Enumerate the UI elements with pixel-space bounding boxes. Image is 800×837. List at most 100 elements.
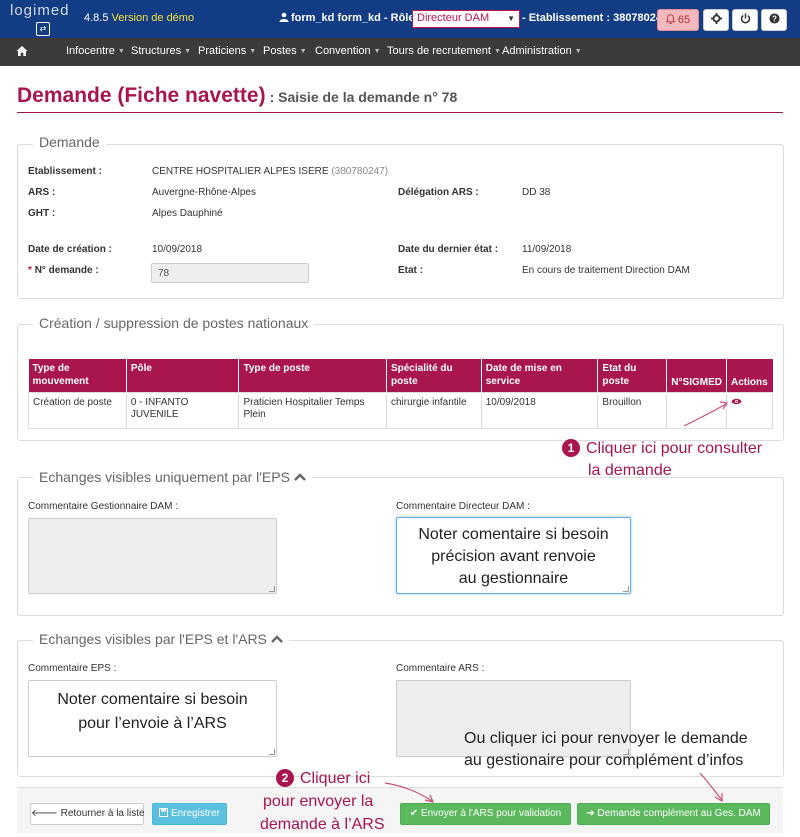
resize-grip-icon [623, 586, 629, 592]
etablissement-info: - Etablissement : 380780247 [522, 12, 669, 24]
cell-actions [725, 391, 774, 429]
cell-type-mouvement: Création de poste [28, 391, 127, 429]
cell-type-poste: Praticien Hospitalier Temps Plein [238, 391, 387, 429]
user-info: form_kd form_kd - Rôle : [279, 12, 421, 24]
top-bar: logimed ⇄ 4.8.5 Version de démo form_kd … [0, 0, 800, 38]
num-demande-input: 78 [151, 263, 309, 283]
power-icon [740, 13, 750, 24]
col-date-service: Date de mise en service [481, 359, 599, 392]
arrow-left-icon: 🡐 [31, 808, 58, 819]
svg-text:?: ? [772, 14, 777, 23]
etat-label: Etat : [398, 265, 423, 276]
annotation-2: 2 Cliquer ici [276, 768, 370, 790]
caret-down-icon: ▼ [184, 48, 192, 55]
caret-down-icon: ▼ [574, 48, 582, 55]
bell-icon [665, 14, 676, 25]
col-pole: Pôle [126, 359, 240, 392]
main-nav: Infocentre ▼ Structures ▼ Praticiens ▼ Post… [0, 38, 800, 66]
chevron-up-icon [271, 635, 283, 643]
annotation-1-line-2: la demande [588, 462, 672, 479]
notification-count: 65 [677, 14, 691, 26]
eps-comment-label: Commentaire EPS : [28, 663, 117, 674]
etat-value: En cours de traitement Direction DAM [522, 265, 690, 276]
step-badge: 2 [276, 769, 294, 787]
save-icon [159, 808, 169, 817]
nav-convention[interactable]: Convention ▼ [315, 45, 381, 57]
annotation-3-line-2: au gestionaire pour complément d’infos [464, 752, 744, 769]
date-dernier-etat-value: 11/09/2018 [522, 244, 572, 255]
caret-down-icon: ▼ [373, 48, 381, 55]
arrow-right-icon: ➔ [586, 808, 595, 819]
annotation-2-line-3: demande à l’ARS [260, 816, 385, 833]
col-actions: Actions [726, 359, 773, 392]
demo-label: Version de démo [111, 12, 195, 24]
role-select[interactable]: Directeur DAM ▼ [412, 10, 520, 28]
page-subtitle: : Saisie de la demande n° 78 [269, 89, 458, 105]
gestionnaire-comment-textarea [28, 518, 277, 594]
date-creation-value: 10/09/2018 [152, 244, 203, 255]
col-type-mouvement: Type de mouvement [28, 359, 127, 392]
nav-tours-recrutement[interactable]: Tours de recrutement ▼ [387, 45, 501, 57]
postes-table: Type de mouvement Pôle Type de poste Spé… [28, 359, 774, 429]
nav-praticiens[interactable]: Praticiens ▼ [198, 45, 256, 57]
check-icon: ✔ [409, 808, 419, 819]
enregistrer-button[interactable]: Enregistrer [152, 803, 227, 825]
ars-value: Auvergne-Rhône-Alpes [152, 187, 256, 198]
cell-etat-poste: Brouillon [597, 391, 668, 429]
nav-postes[interactable]: Postes ▼ [263, 45, 307, 57]
demande-legend: Demande [33, 134, 106, 150]
table-row: Création de poste 0 - INFANTO JUVENILE P… [28, 391, 774, 429]
eps-note-line-2: pour l’envoie à l’ARS [78, 715, 227, 732]
etablissement-label: Etablissement : [28, 166, 102, 177]
table-header-row: Type de mouvement Pôle Type de poste Spé… [28, 359, 773, 392]
caret-down-icon: ▼ [117, 48, 125, 55]
user-icon [279, 12, 289, 22]
nav-infocentre[interactable]: Infocentre ▼ [66, 45, 125, 57]
col-specialite: Spécialité du poste [386, 359, 482, 392]
home-icon[interactable] [16, 45, 28, 57]
ght-label: GHT : [28, 208, 56, 219]
directeur-comment-textarea[interactable]: Noter comentaire si besoin précision ava… [396, 517, 631, 594]
nav-administration[interactable]: Administration ▼ [502, 45, 582, 57]
caret-down-icon: ▼ [493, 48, 501, 55]
postes-legend: Création / suppression de postes nationa… [33, 315, 315, 331]
echanges-eps-legend[interactable]: Echanges visibles uniquement par l'EPS [33, 469, 312, 485]
resize-grip-icon [269, 586, 275, 592]
demande-complement-button[interactable]: ➔ Demande complément au Ges. DAM [577, 803, 770, 825]
cell-date-service: 10/09/2018 [480, 391, 599, 429]
annotation-1: 1 Cliquer ici pour consulter [562, 438, 762, 460]
num-demande-label: * N° demande : [28, 265, 99, 276]
help-icon: ? [768, 13, 780, 24]
resize-grip-icon [269, 749, 275, 755]
logout-button[interactable] [732, 9, 758, 31]
col-type-poste: Type de poste [238, 359, 387, 392]
eye-icon[interactable] [731, 398, 742, 405]
app-logo[interactable]: logimed ⇄ [10, 2, 74, 38]
nav-structures[interactable]: Structures ▼ [131, 45, 191, 57]
ars-comment-label: Commentaire ARS : [396, 663, 485, 674]
col-sigmed: N°SIGMED [666, 359, 727, 392]
notification-button[interactable]: 65 [657, 9, 699, 31]
help-button[interactable]: ? [761, 9, 787, 31]
retour-button[interactable]: 🡐 Retourner à la liste [30, 803, 145, 825]
logo-icon: ⇄ [36, 22, 50, 36]
col-etat-poste: Etat du poste [597, 359, 668, 392]
gestionnaire-comment-label: Commentaire Gestionnaire DAM : [28, 501, 179, 512]
eps-comment-textarea[interactable]: Noter comentaire si besoin pour l’envoie… [28, 680, 277, 757]
directeur-comment-label: Commentaire Directeur DAM : [396, 501, 530, 512]
annotation-2-line-2: pour envoyer la [263, 793, 374, 810]
settings-button[interactable] [703, 9, 729, 31]
etablissement-value: CENTRE HOSPITALIER ALPES ISERE (38078024… [152, 166, 389, 177]
chevron-up-icon [294, 473, 306, 481]
ars-label: ARS : [28, 187, 56, 198]
annotation-3-line-1: Ou cliquer ici pour renvoyer le demande [464, 730, 748, 747]
directeur-note-line-2: précision avant renvoie [431, 548, 596, 565]
logo-text: logimed [10, 2, 70, 19]
envoyer-ars-button[interactable]: ✔ Envoyer à l'ARS pour validation [400, 803, 571, 825]
caret-down-icon: ▼ [249, 48, 257, 55]
delegation-label: Délégation ARS : [398, 187, 479, 198]
chevron-down-icon: ▼ [507, 14, 515, 23]
role-value: Directeur DAM [417, 12, 490, 24]
echanges-ars-legend[interactable]: Echanges visibles par l'EPS et l'ARS [33, 631, 289, 647]
delegation-value: DD 38 [522, 187, 551, 198]
